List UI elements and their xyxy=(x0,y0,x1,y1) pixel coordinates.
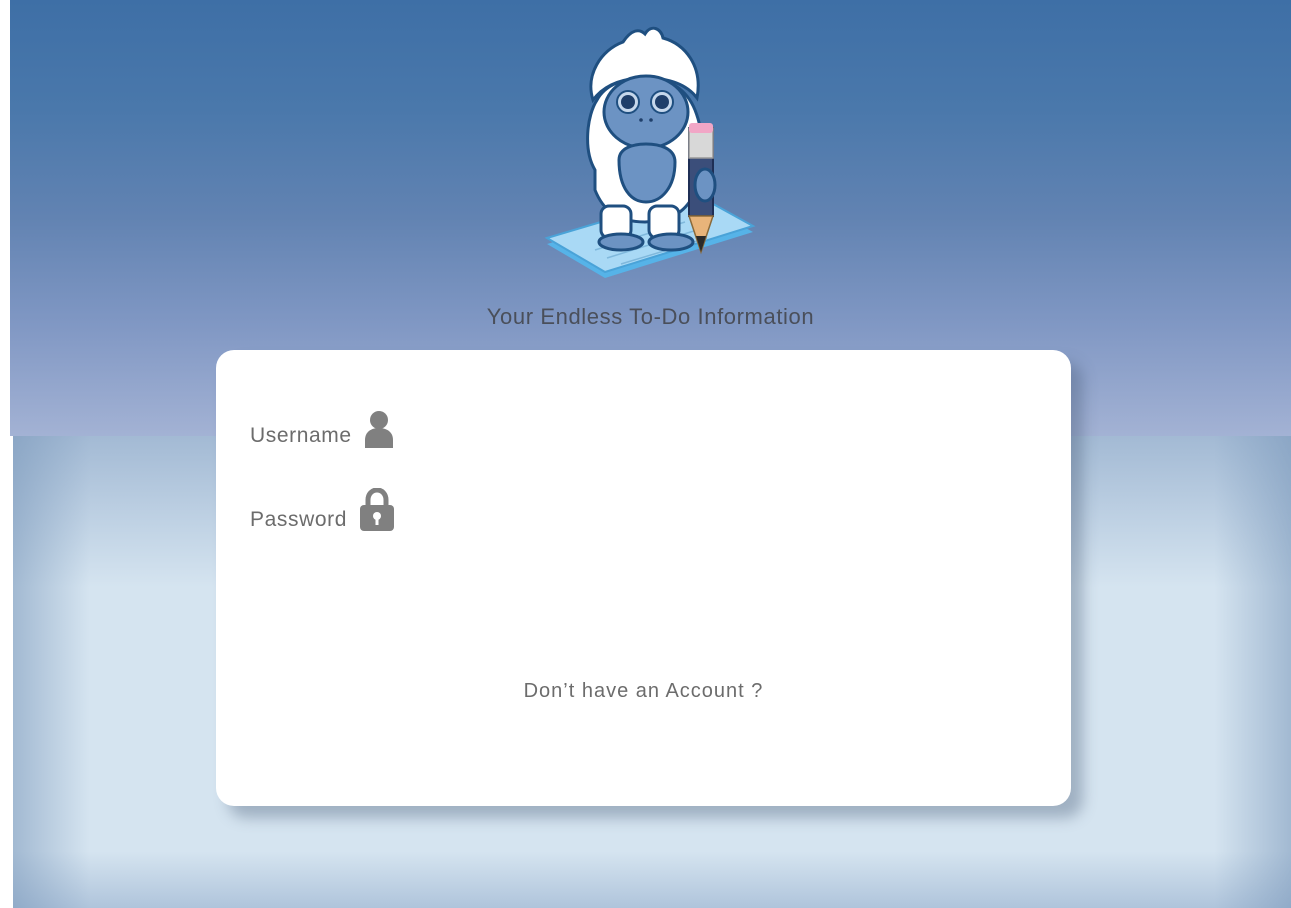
yeti-mascot-logo xyxy=(535,20,775,290)
username-field[interactable]: Username xyxy=(250,410,394,448)
lock-icon xyxy=(359,488,395,532)
password-label: Password xyxy=(250,508,348,531)
app-tagline: Your Endless To-Do Information xyxy=(486,304,815,329)
username-label: Username xyxy=(250,424,352,447)
password-field[interactable]: Password xyxy=(250,488,395,532)
page-background: Your Endless To-Do Information Username … xyxy=(10,0,1291,908)
user-icon xyxy=(364,410,394,448)
signup-link[interactable]: Don’t have an Account ? xyxy=(216,680,1071,703)
yeti-with-pencil-icon xyxy=(544,26,756,278)
login-card: Username Password Don’t have an Account … xyxy=(216,350,1071,806)
